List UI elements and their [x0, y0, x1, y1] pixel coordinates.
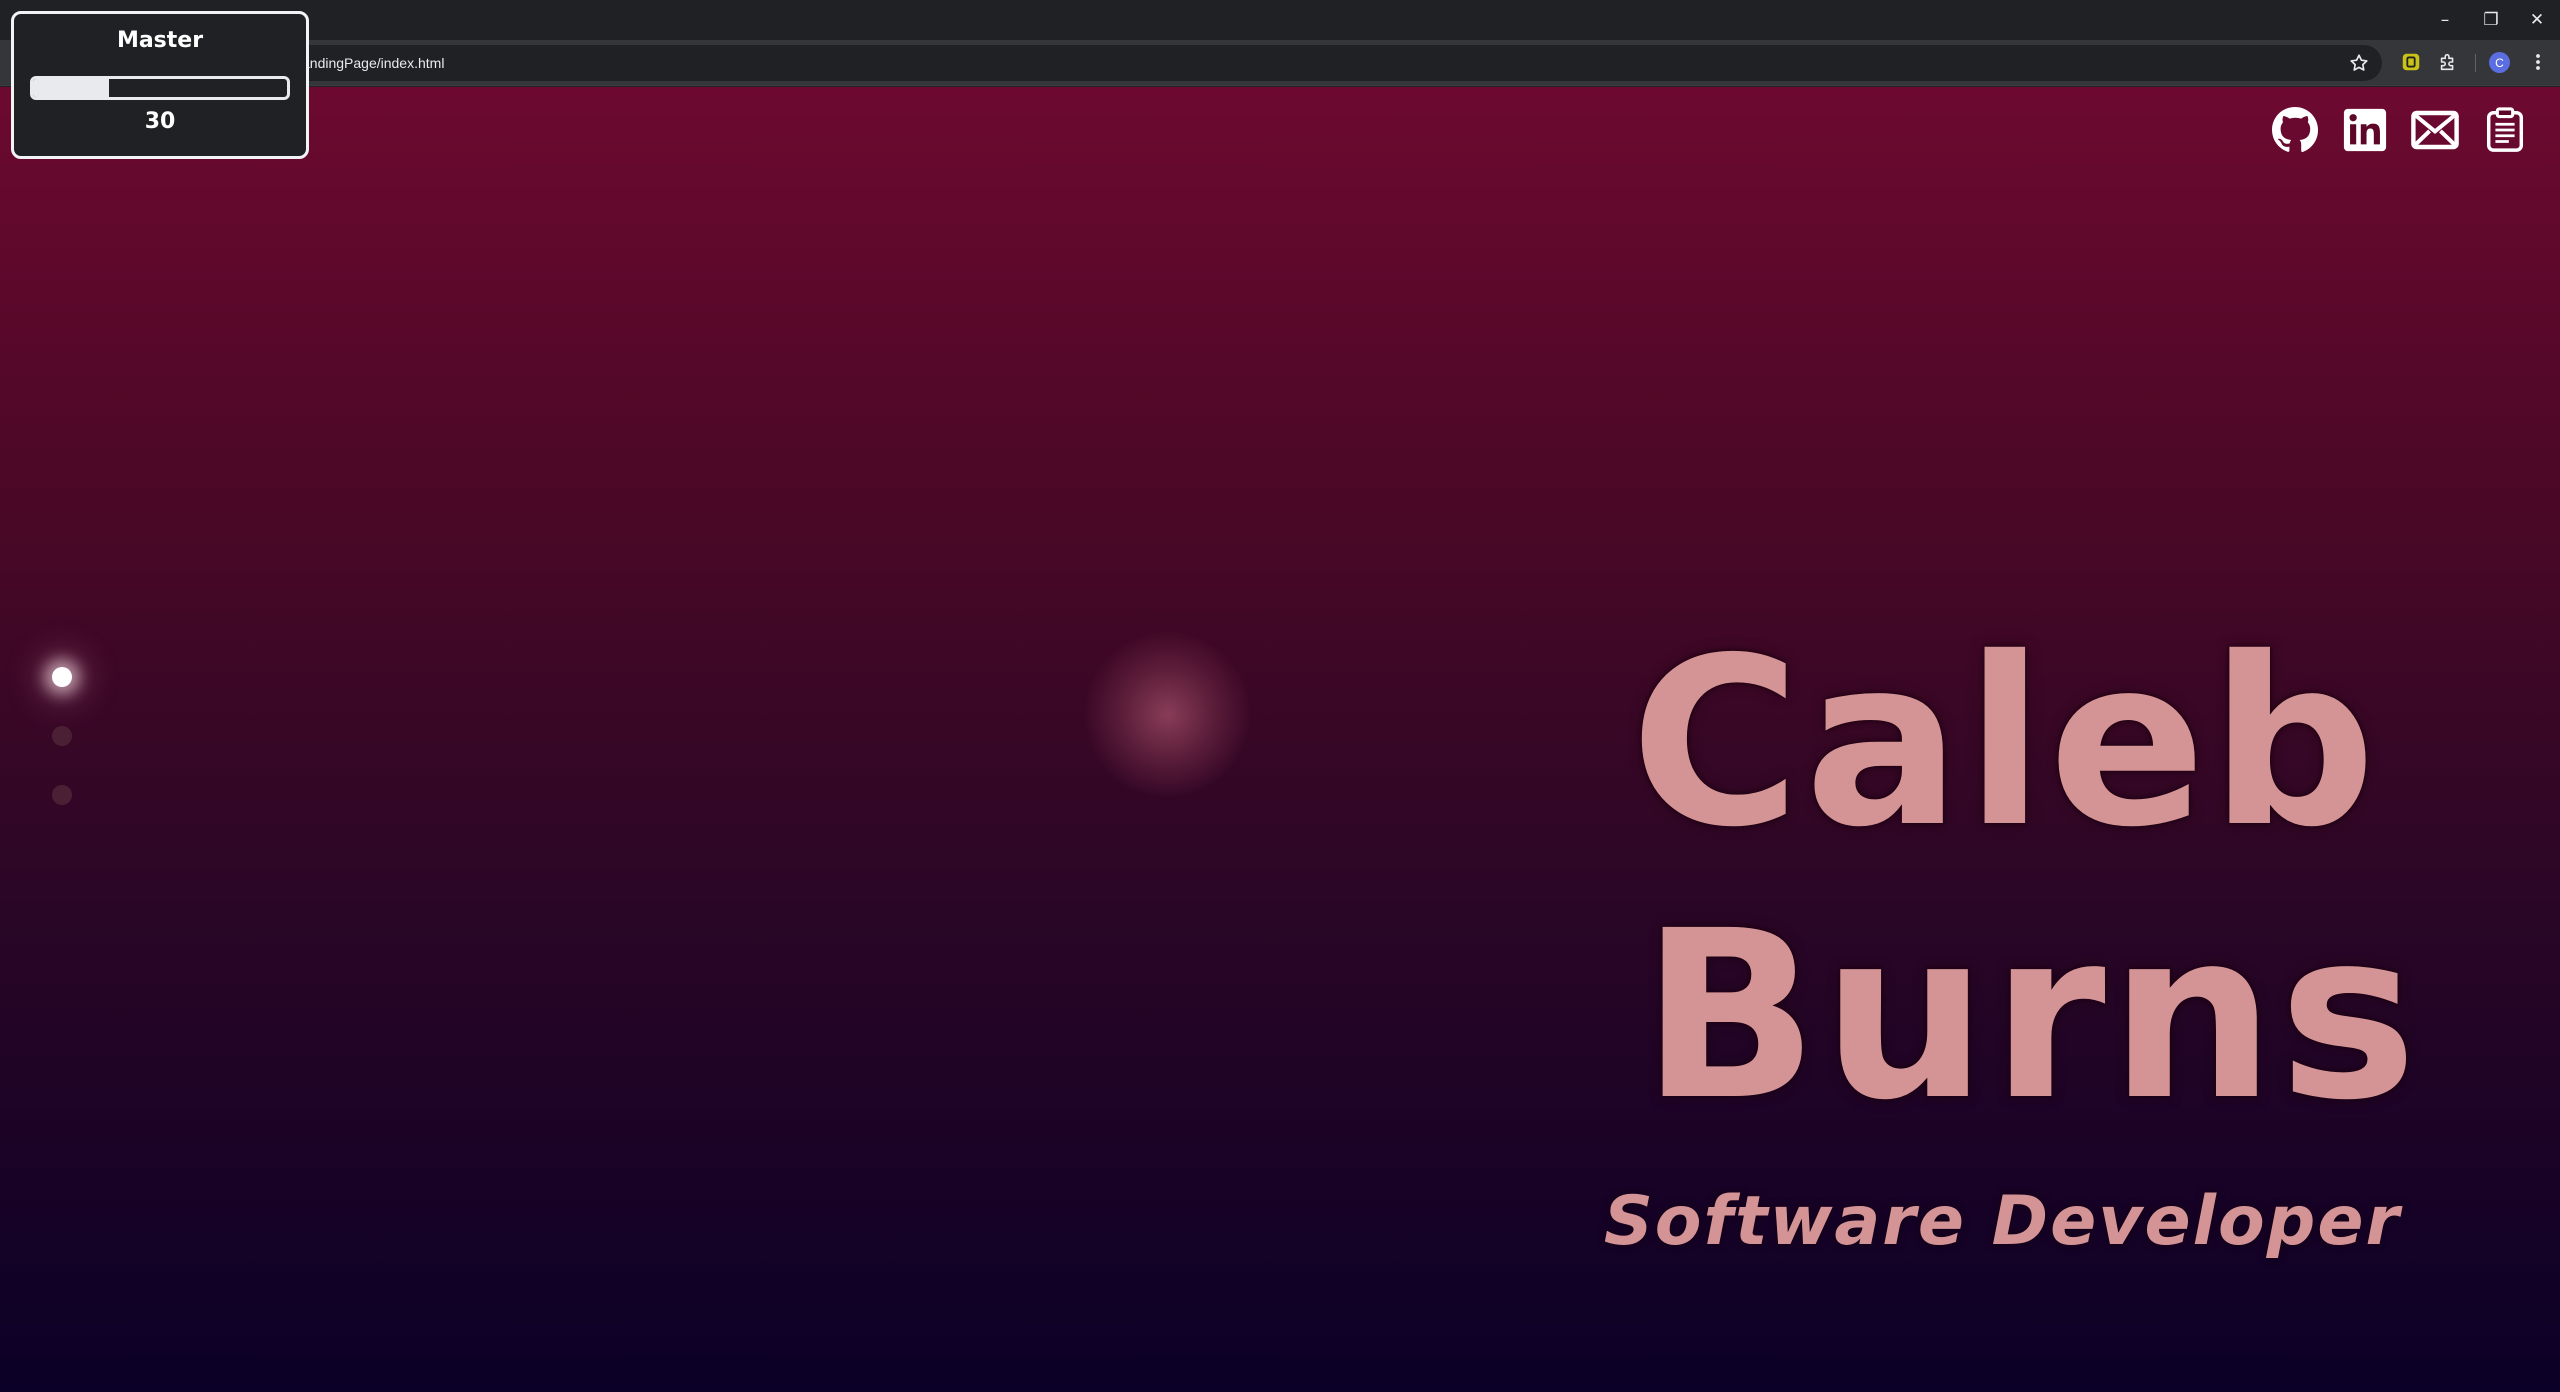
clipboard-icon — [2486, 107, 2524, 152]
hero-first-name: Caleb — [1630, 608, 2380, 878]
restore-button[interactable]: ❐ — [2468, 0, 2514, 40]
email-link[interactable] — [2410, 105, 2460, 155]
resume-link[interactable] — [2480, 105, 2530, 155]
landing-page: Caleb Burns Software Developer — [0, 87, 2560, 1392]
github-icon — [2272, 107, 2319, 153]
volume-overlay: Master 30 — [11, 11, 309, 159]
profile-avatar-icon[interactable]: C — [2489, 52, 2510, 73]
section-dot-1[interactable] — [52, 667, 72, 687]
cursor-glow — [1085, 632, 1250, 797]
volume-level-fill — [33, 79, 110, 97]
volume-value: 30 — [144, 109, 176, 134]
section-dot-2[interactable] — [52, 726, 72, 746]
volume-slider[interactable] — [30, 76, 290, 100]
browser-toolbar: andingPage/index.html — [0, 40, 2560, 86]
minimize-button[interactable]: – — [2422, 0, 2468, 40]
window-controls: – ❐ ✕ — [2422, 0, 2560, 40]
close-window-button[interactable]: ✕ — [2514, 0, 2560, 40]
more-menu-icon[interactable] — [2530, 51, 2546, 73]
browser-tabstrip: – ❐ ✕ — [0, 0, 2560, 40]
extension-icon[interactable] — [2400, 51, 2422, 73]
section-dot-3[interactable] — [52, 785, 72, 805]
toolbar-separator — [2475, 54, 2476, 72]
puzzle-icon[interactable] — [2437, 51, 2459, 73]
hero-tagline: Software Developer — [1603, 1182, 2401, 1261]
volume-label: Master — [116, 28, 204, 53]
linkedin-link[interactable] — [2340, 105, 2390, 155]
linkedin-icon — [2343, 108, 2387, 152]
bookmark-star-icon[interactable] — [2348, 52, 2370, 74]
mail-icon — [2411, 110, 2459, 150]
url-text: andingPage/index.html — [302, 55, 445, 71]
hero-last-name: Burns — [1641, 881, 2421, 1151]
address-bar[interactable]: andingPage/index.html — [110, 45, 2382, 81]
github-link[interactable] — [2270, 105, 2320, 155]
